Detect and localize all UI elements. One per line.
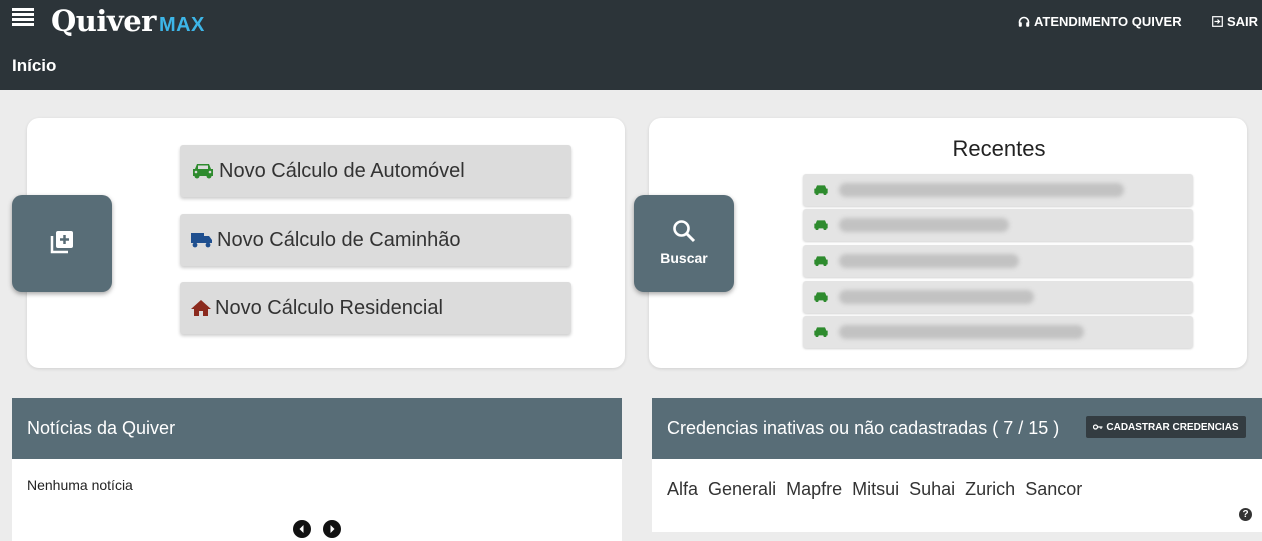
logo-main: Quiver	[51, 4, 156, 38]
recent-item-text-blurred	[839, 218, 1009, 232]
insurer-link[interactable]: Alfa	[667, 479, 698, 500]
news-title: Notícias da Quiver	[27, 418, 176, 438]
new-home-quote-label: Novo Cálculo Residencial	[215, 296, 443, 319]
recent-item-text-blurred	[839, 254, 1019, 268]
new-auto-quote-button[interactable]: Novo Cálculo de Automóvel	[180, 145, 571, 197]
recent-item[interactable]	[803, 174, 1193, 206]
next-news-button[interactable]	[323, 520, 341, 538]
logout-label: SAIR	[1227, 14, 1259, 29]
help-icon[interactable]: ?	[1239, 508, 1252, 521]
register-credentials-label: CADASTRAR CREDENCIAS	[1106, 421, 1239, 433]
recent-item[interactable]	[803, 316, 1193, 348]
insurer-link[interactable]: Mapfre	[786, 479, 842, 500]
recent-item[interactable]	[803, 281, 1193, 313]
recent-item-text-blurred	[839, 325, 1084, 339]
insurer-link[interactable]: Generali	[708, 479, 776, 500]
new-truck-quote-label: Novo Cálculo de Caminhão	[217, 228, 461, 251]
new-truck-quote-button[interactable]: Novo Cálculo de Caminhão	[180, 214, 571, 266]
logo-sub: MAX	[158, 14, 205, 36]
headset-icon	[1018, 16, 1030, 27]
car-icon	[814, 185, 828, 195]
hamburger-menu-icon[interactable]	[12, 8, 34, 28]
previous-news-button[interactable]	[293, 520, 311, 538]
search-button[interactable]: Buscar	[634, 195, 734, 292]
truck-icon	[191, 233, 212, 248]
news-panel-body	[12, 459, 622, 541]
chevron-left-icon	[299, 525, 304, 533]
logout-icon	[1212, 16, 1223, 27]
recent-item[interactable]	[803, 245, 1193, 277]
recent-title: Recentes	[952, 136, 1046, 161]
logout-link[interactable]: SAIR	[1212, 14, 1258, 29]
register-credentials-button[interactable]: CADASTRAR CREDENCIAS	[1086, 416, 1246, 438]
car-icon	[814, 292, 828, 302]
new-home-quote-button[interactable]: Novo Cálculo Residencial	[180, 282, 571, 334]
home-icon	[191, 300, 211, 316]
insurer-link[interactable]: Zurich	[965, 479, 1015, 500]
recent-item[interactable]	[803, 209, 1193, 241]
recent-item-text-blurred	[839, 290, 1034, 304]
car-icon	[193, 164, 213, 179]
new-auto-quote-label: Novo Cálculo de Automóvel	[219, 159, 465, 182]
news-panel-header: Notícias da Quiver	[12, 398, 622, 459]
quiver-max-logo[interactable]: Quiver MAX	[51, 4, 205, 38]
support-label: ATENDIMENTO QUIVER	[1034, 14, 1182, 29]
car-icon	[814, 220, 828, 230]
page-title: Início	[12, 56, 57, 75]
add-box-icon	[50, 231, 73, 254]
key-icon	[1093, 424, 1103, 430]
recent-item-text-blurred	[839, 183, 1124, 197]
support-link[interactable]: ATENDIMENTO QUIVER	[1018, 14, 1182, 29]
insurer-link[interactable]: Mitsui	[852, 479, 899, 500]
news-empty-text: Nenhuma notícia	[27, 477, 133, 493]
search-icon	[673, 220, 696, 243]
car-icon	[814, 256, 828, 266]
credentials-title: Credencias inativas ou não cadastradas (…	[667, 418, 1060, 438]
search-label: Buscar	[660, 250, 708, 266]
insurer-list: Alfa Generali Mapfre Mitsui Suhai Zurich…	[667, 479, 1082, 500]
insurer-link[interactable]: Sancor	[1025, 479, 1082, 500]
new-quote-button[interactable]	[12, 195, 112, 292]
chevron-right-icon	[330, 525, 335, 533]
car-icon	[814, 327, 828, 337]
insurer-link[interactable]: Suhai	[909, 479, 955, 500]
